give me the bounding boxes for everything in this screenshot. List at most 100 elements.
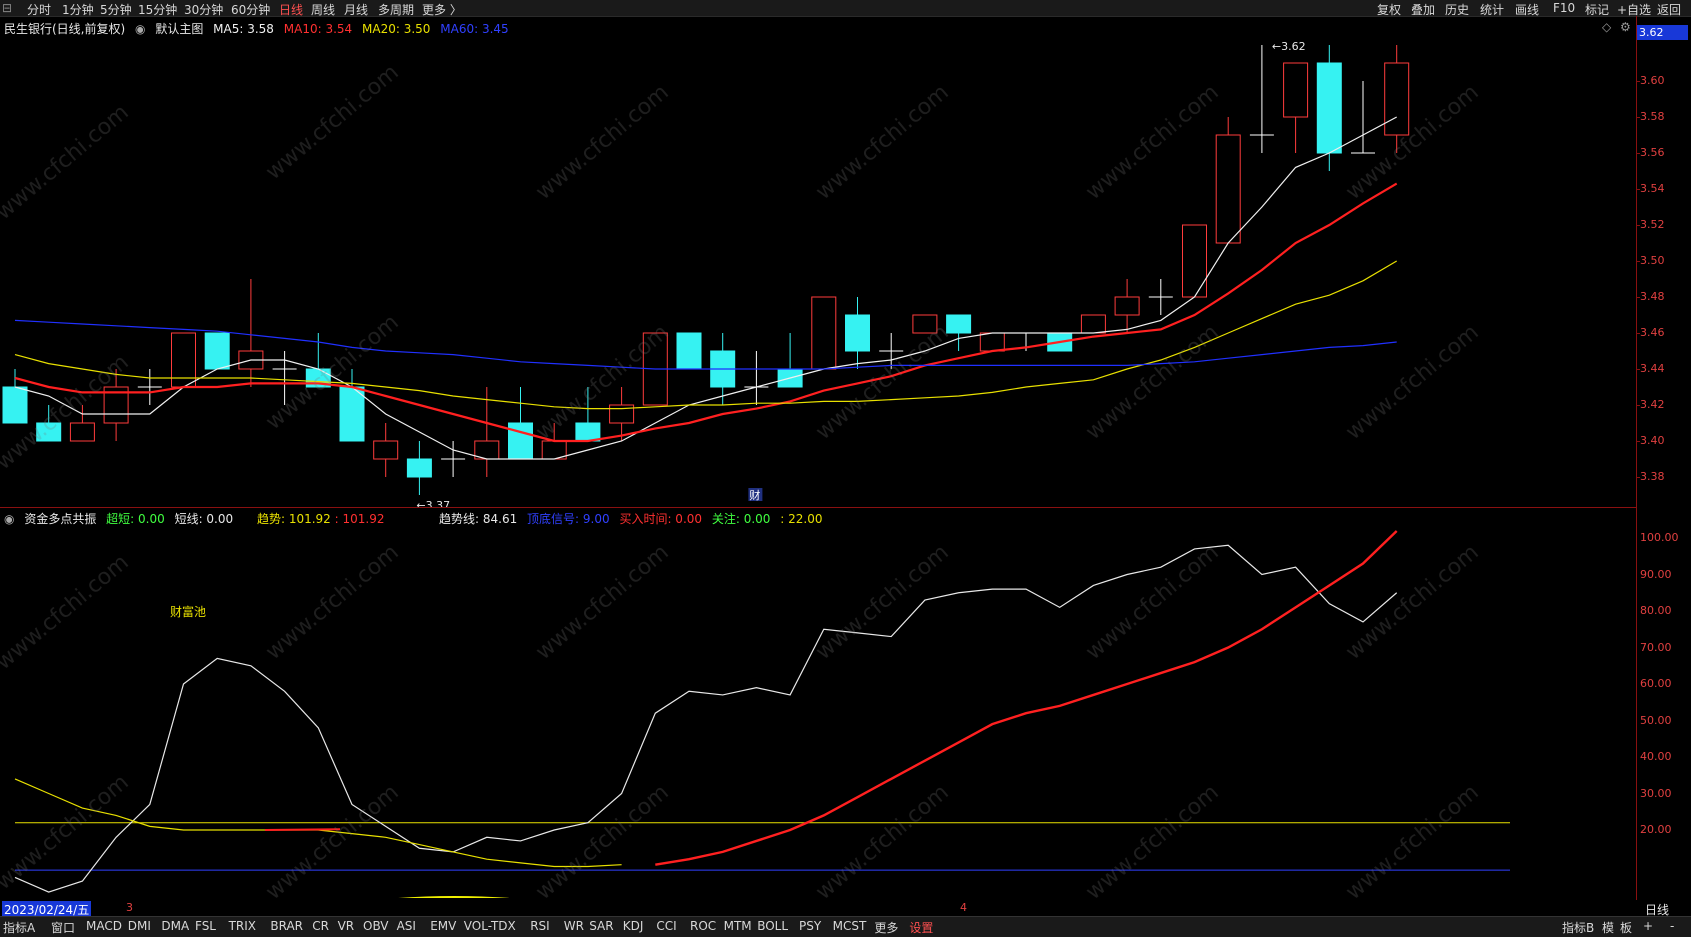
period-tab-weekly[interactable]: 周线	[311, 1, 335, 18]
menu-fanhui[interactable]: 返回	[1657, 1, 1681, 18]
indicator-tick-label: 80.00	[1640, 604, 1672, 617]
collapse-icon[interactable]: ⊟	[2, 1, 12, 15]
indicator-tab-14[interactable]: RSI	[530, 919, 550, 933]
candle	[777, 333, 803, 388]
indicator-tab-9[interactable]: VR	[338, 919, 355, 933]
indicator-tick-label: 20.00	[1640, 823, 1672, 836]
indicator-tab-11[interactable]: ASI	[397, 919, 416, 933]
indicator-tab-bar: 指标A 窗口 MACD DMI DMA FSL TRIX BRAR CR VR OBV ASI EMV V…	[0, 916, 1691, 937]
candle	[1384, 45, 1410, 153]
price-tick-label: 3.40	[1640, 434, 1665, 447]
candle-body	[575, 422, 601, 442]
indicator-tab-22[interactable]: PSY	[799, 919, 821, 933]
indicator-tick-label: 40.00	[1640, 750, 1672, 763]
menu-huaxian[interactable]: 画线	[1515, 1, 1539, 18]
candle	[1351, 81, 1375, 154]
candle	[373, 423, 399, 477]
indicator-tab-13[interactable]: VOL-TDX	[464, 919, 516, 933]
candle	[912, 314, 938, 334]
candle	[1283, 62, 1309, 153]
indicator-tick-label: 70.00	[1640, 640, 1672, 654]
menu-zixuan[interactable]: +自选	[1617, 1, 1651, 18]
period-tab-monthly[interactable]: 月线	[344, 1, 368, 18]
date-bar: 2023/02/24/五 3 4	[0, 900, 1636, 918]
price-tick-label: 3.42	[1640, 398, 1665, 411]
indicator-tab-0[interactable]: 指标A	[3, 919, 35, 936]
candle-body	[171, 332, 196, 388]
indicator-chart[interactable]	[0, 508, 1636, 898]
period-tab-60min[interactable]: 60分钟	[231, 1, 270, 18]
candle-body	[1080, 314, 1106, 334]
menu-lishi[interactable]: 历史	[1445, 1, 1469, 18]
indicator-tick-label: 50.00	[1640, 713, 1672, 727]
candle	[204, 332, 230, 370]
candle	[137, 369, 162, 405]
candle	[238, 279, 264, 387]
indicator-tick-label: 60.00	[1640, 677, 1672, 690]
indicator-tab-20[interactable]: MTM	[724, 919, 752, 933]
indicator-tab-2[interactable]: MACD	[86, 919, 122, 933]
menu-fuquan[interactable]: 复权	[1377, 1, 1401, 18]
indicator-tab-16[interactable]: SAR	[589, 919, 613, 933]
candle	[676, 332, 702, 370]
candle	[103, 369, 129, 441]
indicator-tab-4[interactable]: DMA	[161, 919, 189, 933]
finance-marker-label: 财	[749, 488, 760, 502]
indicator-tab-7[interactable]: BRAR	[270, 919, 303, 933]
menu-biaoji[interactable]: 标记	[1585, 1, 1609, 18]
candle	[946, 314, 972, 351]
candle	[744, 351, 769, 405]
period-tab-15min[interactable]: 15分钟	[138, 1, 177, 18]
indicator-line-1	[655, 530, 1398, 866]
candle-body	[979, 332, 1005, 352]
right-tab-3[interactable]: +	[1643, 919, 1653, 933]
candle-body	[508, 422, 533, 460]
indicator-tab-19[interactable]: ROC	[690, 919, 716, 933]
price-tick-label: 3.56	[1640, 146, 1665, 159]
candle-body	[1215, 134, 1241, 244]
indicator-tab-6[interactable]: TRIX	[229, 919, 256, 933]
indicator-tab-5[interactable]: FSL	[195, 919, 216, 933]
indicator-tab-18[interactable]: CCI	[656, 919, 676, 933]
menu-diejia[interactable]: 叠加	[1411, 1, 1435, 18]
right-tab-2[interactable]: 板	[1620, 919, 1632, 936]
candle-body	[1182, 224, 1207, 298]
indicator-tab-10[interactable]: OBV	[363, 919, 389, 933]
candle-body	[2, 386, 28, 424]
indicator-tab-21[interactable]: BOLL	[757, 919, 788, 933]
right-tab-0[interactable]: 指标B	[1562, 919, 1594, 936]
period-tab-more[interactable]: 更多 〉	[422, 1, 462, 18]
right-tab-4[interactable]: -	[1670, 919, 1674, 933]
period-tab-multi[interactable]: 多周期	[378, 1, 414, 18]
indicator-tab-25[interactable]: 设置	[909, 919, 933, 936]
candlestick-chart[interactable]: ←3.62←3.37财	[0, 18, 1636, 508]
price-tick-label: 3.54	[1640, 182, 1665, 195]
menu-f10[interactable]: F10	[1553, 1, 1575, 15]
high-price-label: ←3.62	[1272, 40, 1306, 53]
indicator-tab-12[interactable]: EMV	[430, 919, 456, 933]
ma-line-ma10	[14, 182, 1398, 443]
candle-body	[811, 296, 837, 370]
menu-tongji[interactable]: 统计	[1480, 1, 1504, 18]
indicator-tab-24[interactable]: 更多	[874, 919, 898, 936]
indicator-tick-label: 90.00	[1640, 567, 1672, 581]
indicator-tab-23[interactable]: MCST	[833, 919, 867, 933]
indicator-tab-3[interactable]: DMI	[128, 919, 151, 933]
period-tab-fenshi[interactable]: 分时	[27, 1, 51, 18]
candle	[508, 387, 533, 460]
right-tab-1[interactable]: 模	[1602, 919, 1614, 936]
candle	[1080, 314, 1106, 334]
indicator-tick-label: 30.00	[1640, 786, 1672, 800]
candle	[2, 369, 28, 424]
indicator-tab-15[interactable]: WR	[564, 919, 584, 933]
period-tab-5min[interactable]: 5分钟	[100, 1, 132, 18]
price-tick-label: 3.60	[1640, 74, 1665, 87]
price-tick-label: 3.44	[1640, 362, 1665, 375]
period-tab-daily[interactable]: 日线	[279, 1, 303, 18]
indicator-tab-1[interactable]: 窗口	[51, 919, 75, 936]
period-tab-1min[interactable]: 1分钟	[62, 1, 94, 18]
candle	[1316, 45, 1342, 171]
indicator-tab-17[interactable]: KDJ	[623, 919, 644, 933]
period-tab-30min[interactable]: 30分钟	[184, 1, 223, 18]
indicator-tab-8[interactable]: CR	[312, 919, 329, 933]
